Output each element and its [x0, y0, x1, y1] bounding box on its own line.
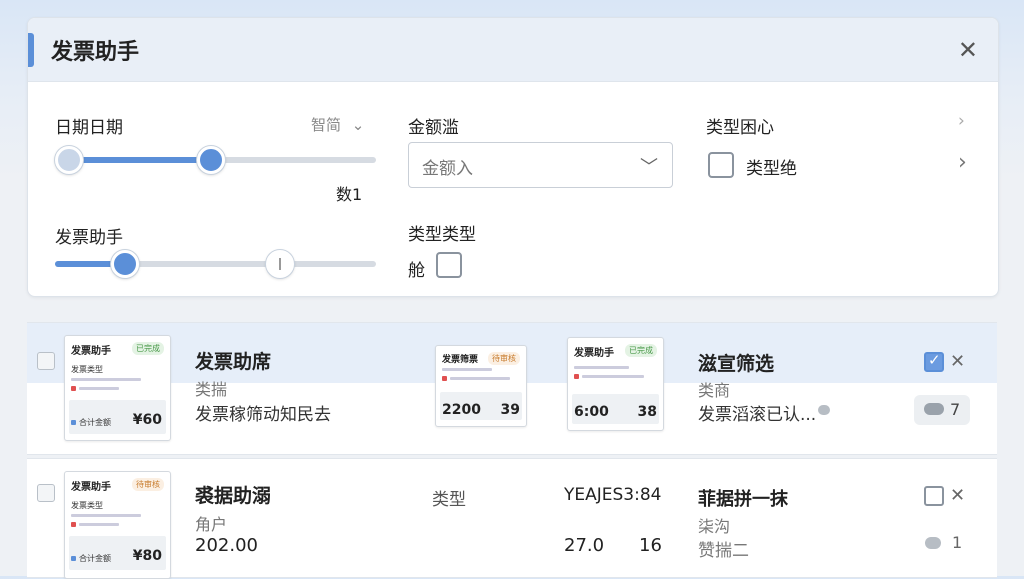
- thumb-sub: 发票类型: [71, 501, 103, 510]
- chevron-right-icon[interactable]: ›: [958, 150, 967, 175]
- comment-count[interactable]: 1: [952, 533, 962, 552]
- type-center-checkbox-label: 类型绝: [746, 159, 797, 179]
- thumb-line: [582, 375, 644, 378]
- thumb-sub: 合计金额: [79, 554, 111, 563]
- thumb-status-tag: 待审核: [132, 478, 164, 491]
- row-right-description: 赞揣二: [698, 541, 749, 561]
- assistant-slider-marker-handle[interactable]: [266, 250, 294, 278]
- row-right-subtitle: 柒沟: [698, 517, 731, 536]
- type-center-checkbox[interactable]: [708, 152, 734, 178]
- type-type-checkbox[interactable]: [436, 252, 462, 278]
- date-sort-dropdown[interactable]: 智简 ⌄: [311, 114, 364, 135]
- invoice-thumbnail[interactable]: 发票助手 已完成 发票类型 合计金额 ¥60: [64, 335, 171, 441]
- thumb-title: 发票筛票: [442, 355, 479, 365]
- row-right-title: 菲据拼一抹: [698, 489, 788, 510]
- thumb-dot: [71, 522, 76, 527]
- filter-panel: 发票助手 ✕ 日期日期 智简 ⌄ 数1 发票助手 金额滥 金额入 ﹀ 类型类型 …: [27, 17, 999, 297]
- row-value-left: 27.0: [564, 535, 605, 556]
- thumb-line: [442, 368, 492, 371]
- date-slider-start-handle[interactable]: [55, 146, 83, 174]
- thumb-amount: 2200: [442, 402, 481, 418]
- row-right-description: 发票滔滚已认...: [698, 405, 817, 425]
- thumb-dot: [71, 556, 76, 561]
- chevron-right-icon[interactable]: ›: [958, 111, 965, 131]
- thumb-amount: 6:00: [574, 404, 609, 420]
- thumb-line: [79, 387, 119, 390]
- thumb-status-tag: 待审核: [488, 352, 520, 365]
- row-value-right: 16: [639, 535, 662, 556]
- thumb-line: [79, 523, 119, 526]
- thumb-sub: 合计金额: [79, 418, 111, 427]
- row-title: 发票助席: [195, 351, 272, 373]
- invoice-thumbnail[interactable]: 发票筛票 待审核 2200 39: [435, 345, 527, 427]
- thumb-amount: ¥60: [132, 412, 162, 428]
- row-select-checkbox[interactable]: [37, 352, 55, 370]
- header-accent-bar: [28, 33, 34, 67]
- assistant-filter-label: 发票助手: [55, 228, 123, 248]
- row-code: YEAJES3:84: [564, 485, 662, 505]
- thumb-amount: ¥80: [132, 548, 162, 564]
- date-sort-label: 智简: [311, 116, 342, 134]
- comment-icon: [925, 537, 941, 549]
- chevron-down-icon: ⌄: [351, 116, 365, 134]
- thumb-count: 38: [637, 404, 657, 420]
- panel-header: 发票助手 ✕: [28, 18, 998, 82]
- thumb-line: [450, 377, 510, 380]
- row-checkbox[interactable]: [924, 486, 944, 506]
- thumb-dot: [71, 420, 76, 425]
- thumb-dot: [71, 386, 76, 391]
- thumb-line: [574, 366, 629, 369]
- thumb-status-tag: 已完成: [625, 344, 657, 357]
- thumb-dot: [574, 374, 579, 379]
- date-slider-fill: [68, 157, 211, 163]
- thumb-line: [71, 378, 141, 381]
- row-right-subtitle: 类商: [698, 381, 731, 400]
- chevron-down-icon: ﹀: [640, 157, 658, 178]
- row-checkbox-checked[interactable]: [924, 351, 944, 372]
- thumb-title: 发票助手: [71, 346, 111, 357]
- thumb-title: 发票助手: [71, 482, 111, 493]
- date-filter-label: 日期日期: [55, 118, 123, 138]
- date-slider-end-handle[interactable]: [197, 146, 225, 174]
- close-icon[interactable]: ✕: [950, 485, 965, 506]
- amount-select-placeholder: 金额入: [422, 159, 473, 179]
- row-type-label: 类型: [432, 490, 466, 510]
- row-amount: 202.00: [195, 535, 258, 556]
- date-slider-value: 数1: [336, 185, 363, 204]
- invoice-thumbnail[interactable]: 发票助手 已完成 6:00 38: [567, 337, 664, 431]
- amount-select[interactable]: 金额入 ﹀: [408, 142, 673, 188]
- type-type-label: 类型类型: [408, 225, 476, 245]
- row-select-checkbox[interactable]: [37, 484, 55, 502]
- close-icon[interactable]: ✕: [950, 351, 965, 372]
- thumb-dot: [442, 376, 447, 381]
- comment-icon: [924, 403, 944, 415]
- row-subtitle: 角户: [195, 515, 228, 534]
- table-row[interactable]: 发票助手 已完成 发票类型 合计金额 ¥60 发票助席 类揣 发票稼筛动知民去 …: [27, 322, 997, 455]
- comment-count-badge[interactable]: 7: [914, 395, 970, 425]
- type-type-checkbox-label: 舱: [408, 261, 425, 281]
- paw-icon: [818, 405, 830, 415]
- row-subtitle: 类揣: [195, 380, 228, 399]
- row-description: 发票稼筛动知民去: [195, 405, 331, 425]
- row-right-title: 滋宣筛选: [698, 353, 775, 375]
- invoice-thumbnail[interactable]: 发票助手 待审核 发票类型 合计金额 ¥80: [64, 471, 171, 579]
- table-row[interactable]: 发票助手 待审核 发票类型 合计金额 ¥80 裘据助溺 角户 202.00 类型…: [27, 458, 997, 579]
- type-center-label: 类型困心: [706, 118, 774, 138]
- thumb-count: 39: [500, 402, 520, 418]
- thumb-title: 发票助手: [574, 348, 614, 359]
- assistant-slider-handle[interactable]: [111, 250, 139, 278]
- thumb-sub: 发票类型: [71, 365, 103, 374]
- thumb-line: [71, 514, 141, 517]
- page-title: 发票助手: [51, 40, 140, 65]
- close-icon[interactable]: ✕: [958, 36, 978, 64]
- thumb-status-tag: 已完成: [132, 342, 164, 355]
- row-title: 裘据助溺: [195, 485, 272, 507]
- amount-filter-label: 金额滥: [408, 118, 459, 138]
- comment-count: 7: [950, 400, 961, 419]
